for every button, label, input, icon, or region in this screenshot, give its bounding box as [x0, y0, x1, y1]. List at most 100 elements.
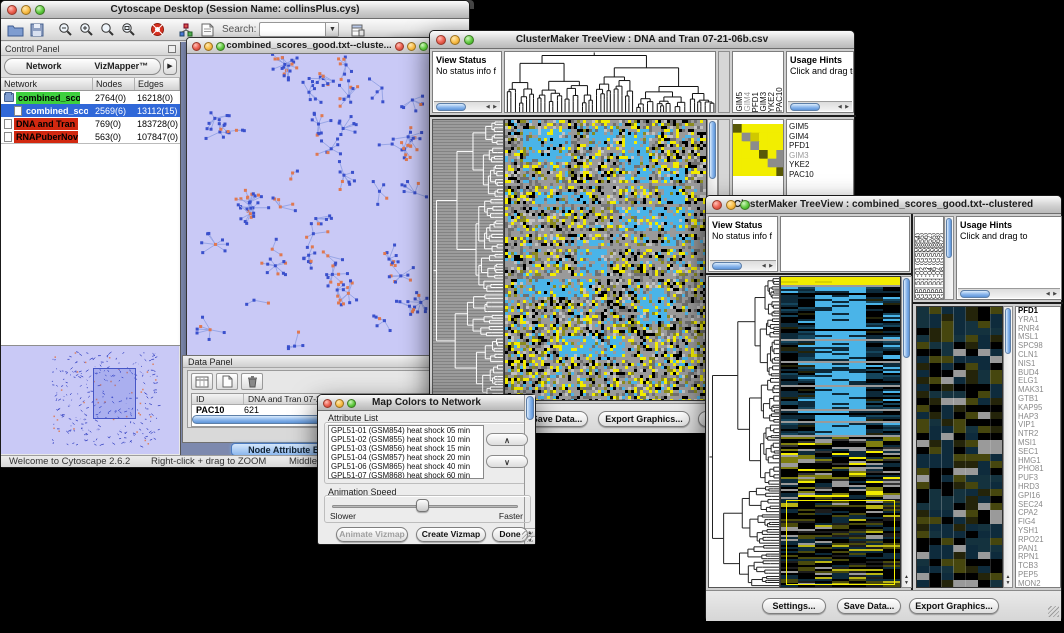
gene-label[interactable]: PAN1 — [1016, 545, 1060, 554]
gene-label[interactable]: GIM5 — [787, 122, 853, 132]
resize-grip[interactable] — [522, 531, 533, 542]
column-label[interactable]: GIM5 — [735, 92, 743, 112]
gene-label[interactable]: BUD4 — [1016, 369, 1060, 378]
gene-label[interactable]: NIS1 — [1016, 360, 1060, 369]
gene-label[interactable]: RPO21 — [1016, 536, 1060, 545]
gene-label[interactable]: KAP95 — [1016, 404, 1060, 413]
tab-item[interactable]: VizMapper™ — [83, 59, 161, 74]
tv1-column-dendrogram[interactable] — [505, 52, 715, 112]
minimize-icon[interactable] — [335, 399, 344, 408]
gene-label[interactable]: PFD1 — [787, 141, 853, 151]
tv2-row-dendrogram[interactable] — [709, 277, 779, 587]
tab-item[interactable]: Network — [5, 59, 83, 74]
zoom-window-icon[interactable] — [347, 399, 356, 408]
network-view-canvas[interactable] — [187, 54, 431, 356]
move-down-button[interactable]: ∨ — [486, 455, 528, 468]
new-attribute-icon[interactable] — [216, 373, 238, 390]
gene-label[interactable]: PUF3 — [1016, 474, 1060, 483]
gene-label[interactable]: RNR4 — [1016, 325, 1060, 334]
search-dropdown-icon[interactable]: ▼ — [325, 23, 338, 36]
animate-vizmap-button[interactable]: Animate Vizmap — [336, 527, 408, 542]
attribute-item[interactable]: GPL51-02 (GSM855) heat shock 10 min — [329, 435, 483, 444]
gene-label[interactable]: SPC98 — [1016, 342, 1060, 351]
gene-label[interactable]: FIG4 — [1016, 518, 1060, 527]
minimize-icon[interactable] — [204, 42, 213, 51]
zoom-window-icon[interactable] — [35, 5, 45, 15]
tv2-heatmap[interactable] — [781, 277, 900, 587]
zoom-in-icon[interactable] — [76, 20, 97, 39]
gene-label[interactable]: PAC10 — [787, 170, 853, 180]
float-panel-icon[interactable] — [168, 45, 176, 53]
scroll-thumb[interactable] — [903, 278, 910, 358]
network-table-row[interactable]: RNAPuberNov2+| 563(0) 107847(0) — [1, 130, 180, 143]
gene-label[interactable]: MSI1 — [1016, 439, 1060, 448]
gene-label[interactable]: RPN1 — [1016, 553, 1060, 562]
hscrollbar[interactable]: ◀ ▶ — [710, 260, 776, 270]
treeview2-titlebar[interactable]: ClusterMaker TreeView : combined_scores_… — [706, 196, 1061, 214]
gene-label[interactable]: PEP5 — [1016, 571, 1060, 580]
gene-label[interactable]: SEC24 — [1016, 501, 1060, 510]
gene-label[interactable]: VIP1 — [1016, 421, 1060, 430]
scroll-arrows[interactable]: ◀ ▶ — [838, 104, 852, 110]
minimize-icon[interactable] — [726, 200, 736, 210]
attribute-item[interactable]: GPL51-03 (GSM856) heat shock 15 min — [329, 444, 483, 453]
column-label[interactable]: PAC10 — [775, 87, 783, 112]
gene-label[interactable]: CPA2 — [1016, 509, 1060, 518]
scroll-thumb[interactable] — [946, 218, 952, 258]
gene-label[interactable]: YSH1 — [1016, 527, 1060, 536]
zoom-window-icon[interactable] — [740, 200, 750, 210]
column-label[interactable]: YKE2 — [767, 92, 775, 112]
zoom-window-icon[interactable] — [464, 35, 474, 45]
column-header[interactable]: ID — [192, 394, 244, 404]
gene-label[interactable]: HRD3 — [1016, 483, 1060, 492]
gene-label[interactable]: PHO81 — [1016, 465, 1060, 474]
network-table-row[interactable]: combined_sco 2569(6) 13112(15) — [1, 104, 180, 117]
close-icon[interactable] — [436, 35, 446, 45]
attribute-item[interactable]: GPL51-07 (GSM868) heat shock 60 min — [329, 471, 483, 479]
minimize-icon[interactable] — [450, 35, 460, 45]
treeview1-titlebar[interactable]: ClusterMaker TreeView : DNA and Tran 07-… — [430, 31, 854, 49]
gene-label[interactable]: ELG1 — [1016, 377, 1060, 386]
vscrollbar[interactable] — [944, 216, 954, 300]
save-icon[interactable] — [26, 20, 47, 39]
scroll-thumb[interactable] — [712, 262, 742, 270]
scroll-arrows[interactable]: ◀ ▶ — [486, 104, 500, 110]
help-lifebuoy-icon[interactable] — [147, 20, 168, 39]
main-titlebar[interactable]: Cytoscape Desktop (Session Name: collins… — [1, 1, 469, 19]
tv2-zoom-heatmap[interactable] — [917, 307, 1002, 587]
vscrollbar[interactable]: ▲▼ — [1003, 306, 1013, 588]
gene-label[interactable]: GTB1 — [1016, 395, 1060, 404]
minimize-icon[interactable] — [21, 5, 31, 15]
delete-attribute-icon[interactable] — [241, 373, 263, 390]
column-header[interactable]: Network — [1, 78, 93, 90]
zoom-selected-icon[interactable] — [97, 20, 118, 39]
hscrollbar[interactable]: ◀ ▶ — [788, 101, 852, 111]
treeview-button[interactable]: Export Graphics... — [909, 598, 999, 614]
close-icon[interactable] — [7, 5, 17, 15]
column-label[interactable]: GIM3 — [759, 92, 767, 112]
treeview-button[interactable]: Settings... — [762, 598, 826, 614]
gene-label[interactable]: SEC1 — [1016, 448, 1060, 457]
network-table-row[interactable]: combined_scores 2764(0) 16218(0) — [1, 91, 180, 104]
gene-label[interactable]: GIM3 — [787, 151, 853, 161]
scroll-arrows[interactable]: ◀ ▶ — [1046, 291, 1060, 297]
birdseye-canvas[interactable] — [1, 346, 179, 454]
gene-label[interactable]: GPI16 — [1016, 492, 1060, 501]
attribute-item[interactable]: GPL51-06 (GSM865) heat shock 40 min — [329, 462, 483, 471]
gene-label[interactable]: YRA1 — [1016, 316, 1060, 325]
scroll-thumb[interactable] — [709, 121, 716, 179]
create-vizmap-button[interactable]: Create Vizmap — [416, 527, 486, 542]
zoom-window-icon[interactable] — [216, 42, 225, 51]
hscrollbar[interactable]: ◀ ▶ — [958, 288, 1060, 298]
scroll-thumb[interactable] — [526, 396, 534, 420]
minimize-icon[interactable] — [407, 42, 416, 51]
close-icon[interactable] — [192, 42, 201, 51]
hscrollbar[interactable]: ◀ ▶ — [434, 101, 500, 111]
attribute-item[interactable]: GPL51-01 (GSM854) heat shock 05 min — [329, 426, 483, 435]
gene-label[interactable]: MSL1 — [1016, 333, 1060, 342]
scroll-thumb[interactable] — [436, 103, 466, 111]
column-label[interactable]: PFD1 — [751, 92, 759, 112]
tv1-global-heatmap[interactable] — [733, 124, 784, 176]
select-attributes-icon[interactable] — [191, 373, 213, 390]
network-table-row[interactable]: DNA and Tran 07 769(0) 183728(0) — [1, 117, 180, 130]
